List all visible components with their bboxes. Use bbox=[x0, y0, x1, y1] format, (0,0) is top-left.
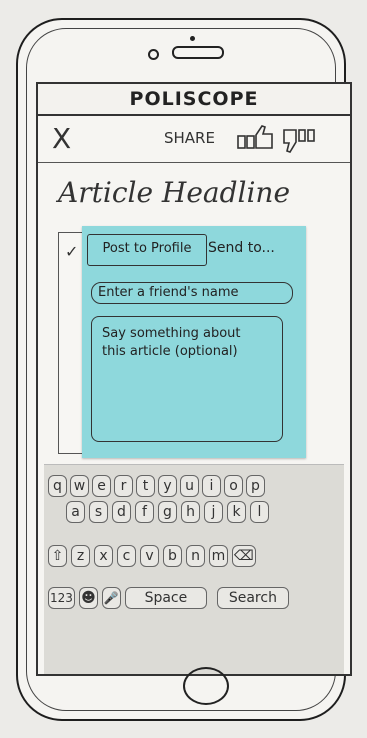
article-headline: Article Headline bbox=[58, 176, 291, 209]
key-w[interactable]: w bbox=[70, 475, 89, 497]
key-r[interactable]: r bbox=[114, 475, 133, 497]
thumbs-up-icon[interactable] bbox=[236, 123, 276, 153]
key-m[interactable]: m bbox=[209, 545, 228, 567]
check-icon: ✓ bbox=[65, 242, 79, 261]
key-k[interactable]: k bbox=[227, 501, 246, 523]
key-z[interactable]: z bbox=[71, 545, 90, 567]
keyboard-row-3: ⇧ z x c v b n m ⌫ bbox=[48, 545, 256, 567]
key-g[interactable]: g bbox=[158, 501, 177, 523]
emoji-icon[interactable]: ☻ bbox=[78, 587, 98, 609]
key-i[interactable]: i bbox=[202, 475, 221, 497]
key-s[interactable]: s bbox=[89, 501, 108, 523]
numbers-key[interactable]: 123 bbox=[48, 587, 75, 609]
share-sticky-note: Post to Profile Send to... Enter a frien… bbox=[82, 226, 306, 458]
close-button[interactable]: X bbox=[52, 122, 71, 155]
message-textarea[interactable]: Say something about this article (option… bbox=[91, 316, 283, 442]
share-button[interactable]: SHARE bbox=[164, 129, 215, 147]
speaker-grille bbox=[172, 46, 224, 59]
key-a[interactable]: a bbox=[66, 501, 85, 523]
key-y[interactable]: y bbox=[158, 475, 177, 497]
tab-send-to[interactable]: Send to... bbox=[208, 234, 275, 262]
key-o[interactable]: o bbox=[224, 475, 243, 497]
space-key[interactable]: Space bbox=[124, 587, 207, 609]
key-x[interactable]: x bbox=[94, 545, 113, 567]
key-e[interactable]: e bbox=[92, 475, 111, 497]
key-h[interactable]: h bbox=[181, 501, 200, 523]
thumbs-down-icon[interactable] bbox=[280, 126, 320, 156]
title-bar: POLISCOPE bbox=[38, 84, 350, 116]
on-screen-keyboard: qwertyuiop asdfghjkl ⇧ z x c v b n m ⌫ 123 ☻ 🎤 S… bbox=[44, 464, 344, 674]
key-v[interactable]: v bbox=[140, 545, 159, 567]
key-u[interactable]: u bbox=[180, 475, 199, 497]
home-button[interactable] bbox=[183, 667, 229, 705]
key-q[interactable]: q bbox=[48, 475, 67, 497]
camera-icon bbox=[190, 36, 195, 41]
friend-name-field[interactable]: Enter a friend's name bbox=[91, 282, 293, 304]
key-c[interactable]: c bbox=[117, 545, 136, 567]
key-l[interactable]: l bbox=[250, 501, 269, 523]
shift-icon[interactable]: ⇧ bbox=[48, 545, 67, 567]
tab-post-to-profile[interactable]: Post to Profile bbox=[87, 234, 207, 266]
keyboard-row-1: qwertyuiop bbox=[48, 475, 265, 497]
backspace-icon[interactable]: ⌫ bbox=[232, 545, 256, 567]
app-title: POLISCOPE bbox=[129, 88, 259, 110]
key-n[interactable]: n bbox=[186, 545, 205, 567]
key-j[interactable]: j bbox=[204, 501, 223, 523]
keyboard-row-4: 123 ☻ 🎤 Space Search bbox=[48, 587, 289, 609]
screen: POLISCOPE X SHARE Article Headline ✓ Pos… bbox=[36, 82, 352, 676]
article-toolbar: X SHARE bbox=[38, 116, 350, 163]
keyboard-row-2: asdfghjkl bbox=[66, 501, 269, 523]
key-b[interactable]: b bbox=[163, 545, 182, 567]
key-f[interactable]: f bbox=[135, 501, 154, 523]
key-d[interactable]: d bbox=[112, 501, 131, 523]
microphone-icon[interactable]: 🎤 bbox=[101, 587, 121, 609]
key-p[interactable]: p bbox=[246, 475, 265, 497]
search-key[interactable]: Search bbox=[216, 587, 289, 609]
key-t[interactable]: t bbox=[136, 475, 155, 497]
sensor-icon bbox=[148, 49, 159, 60]
